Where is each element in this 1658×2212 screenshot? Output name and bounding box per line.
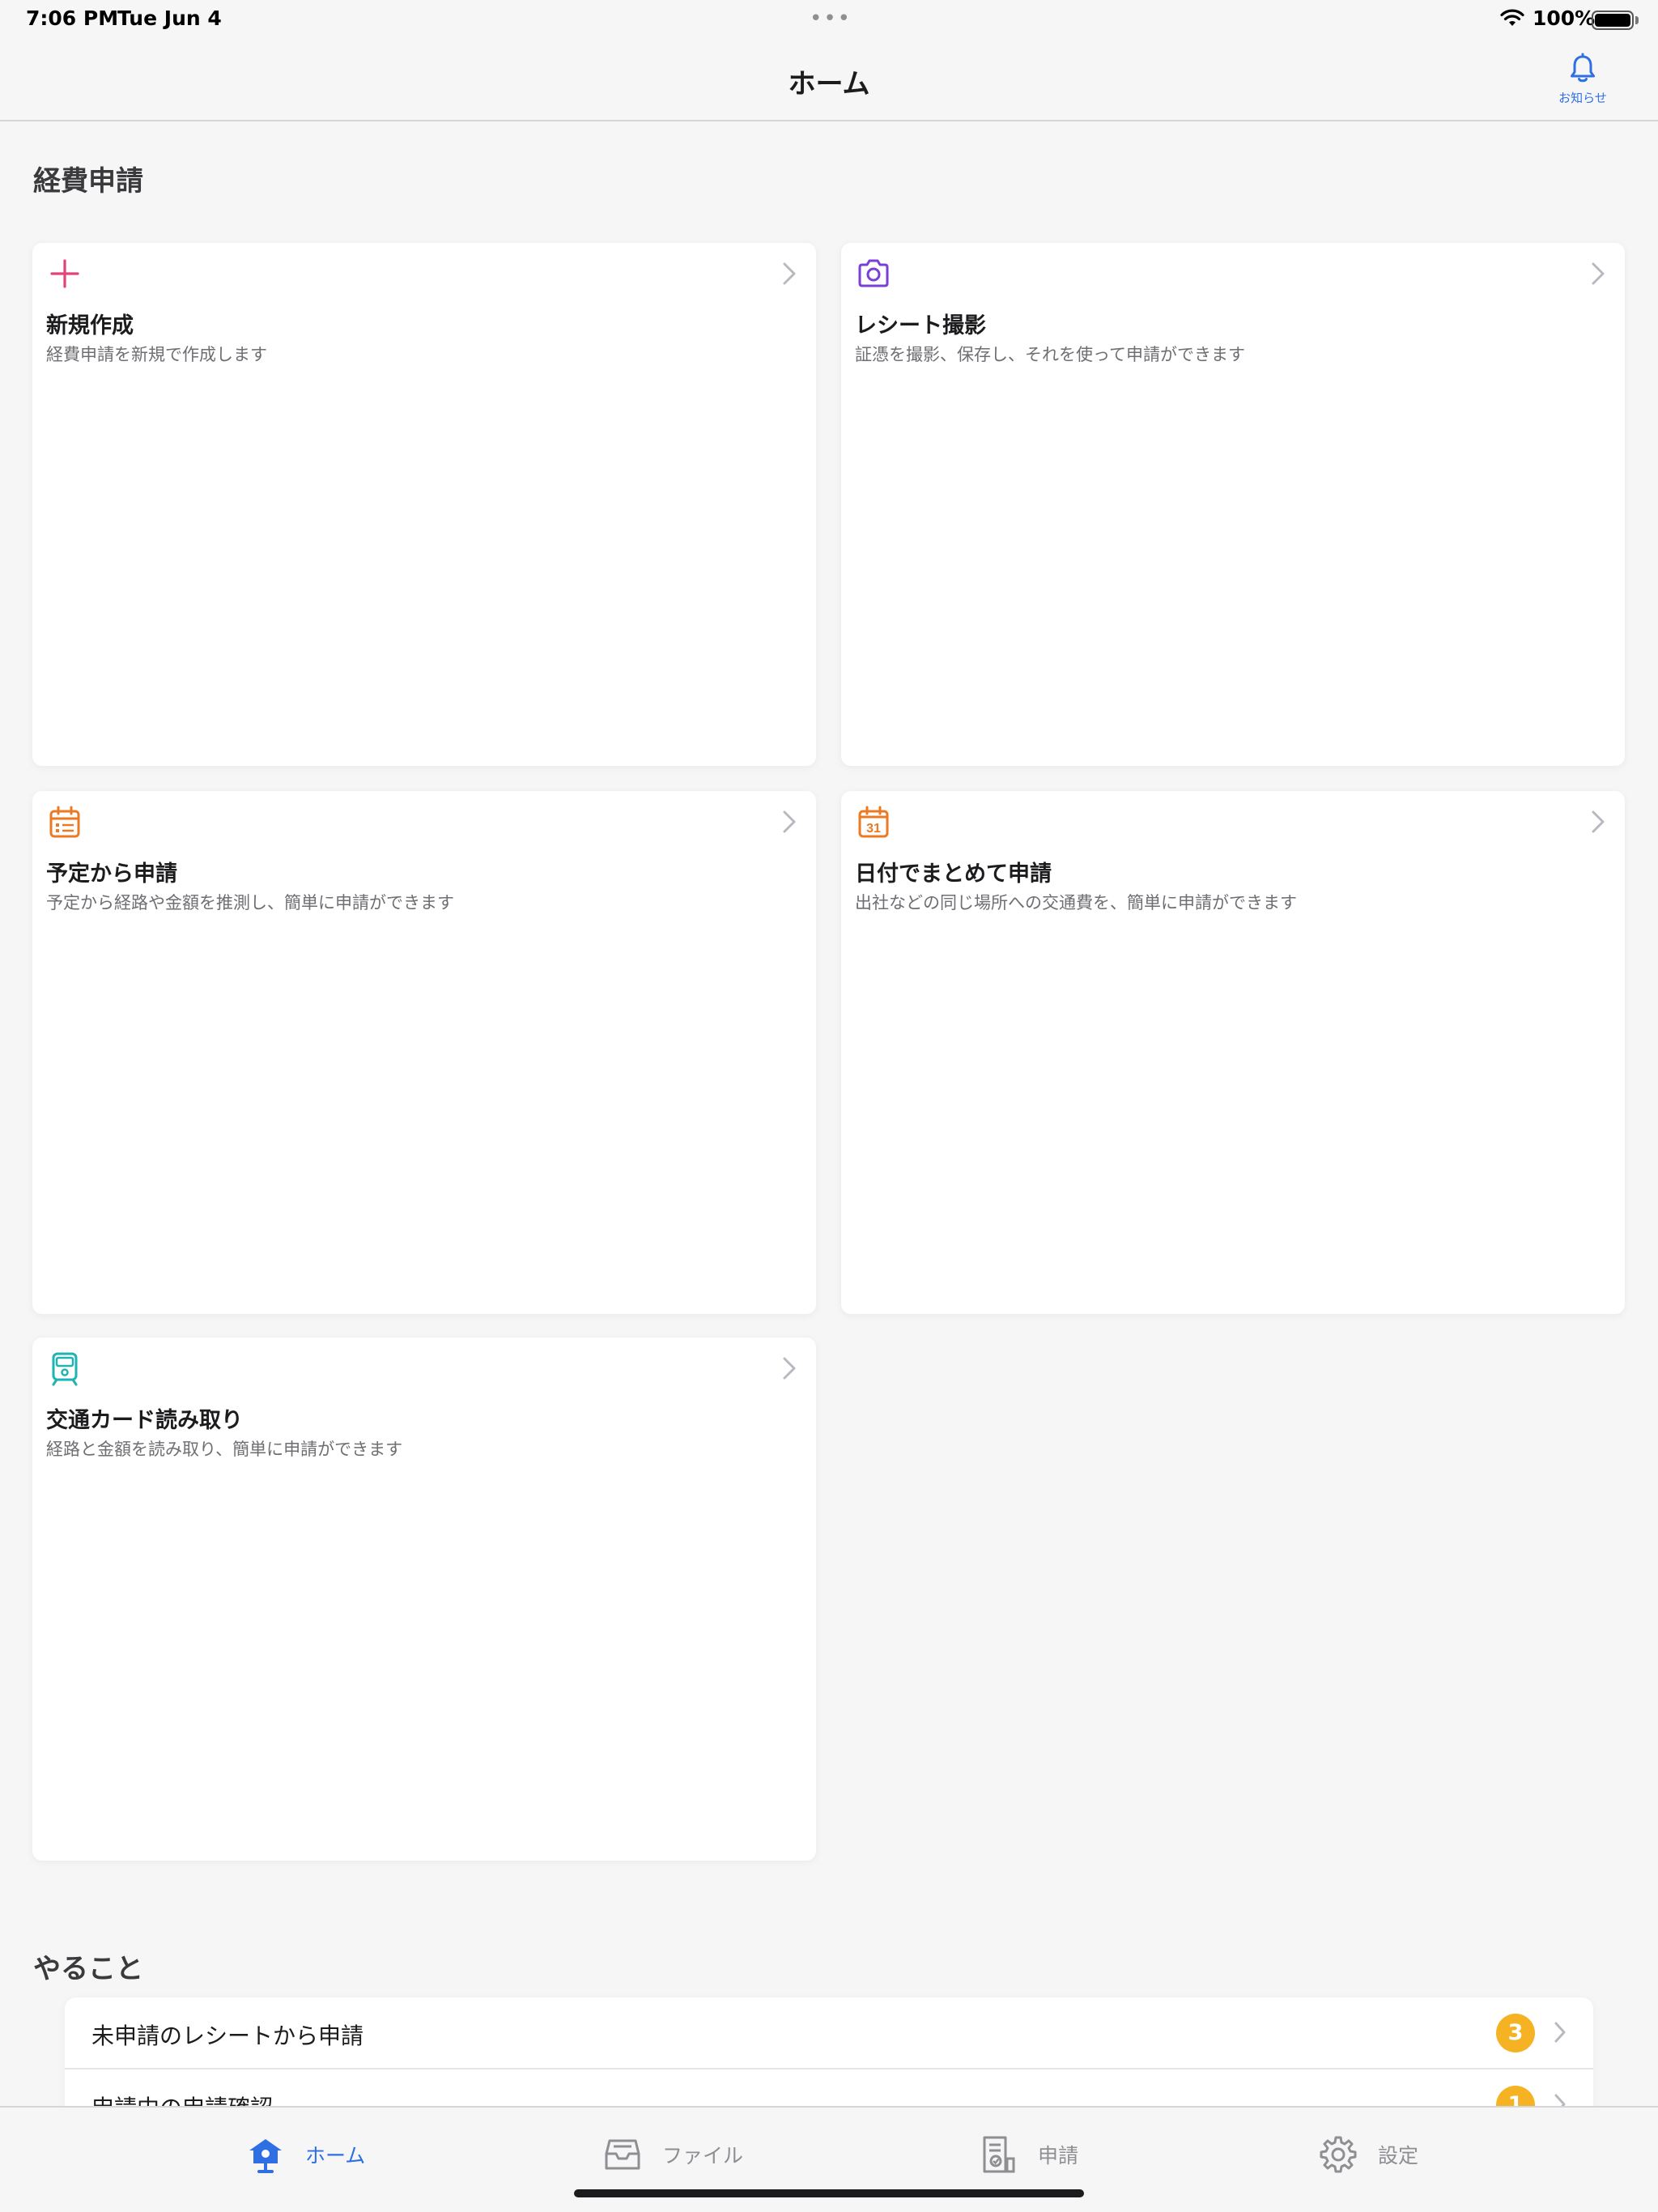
chevron-right-icon — [783, 810, 796, 833]
tab-applications[interactable]: 申請 — [978, 2132, 1078, 2177]
receipt-photo-card[interactable]: レシート撮影 証憑を撮影、保存し、それを使って申請ができます — [841, 243, 1625, 766]
card-title: 予定から申請 — [46, 861, 177, 887]
card-title: レシート撮影 — [855, 313, 986, 338]
tab-files[interactable]: ファイル — [602, 2132, 743, 2177]
chevron-right-icon — [1554, 2022, 1566, 2043]
svg-text:31: 31 — [866, 822, 881, 836]
home-icon — [249, 2139, 282, 2173]
chevron-right-icon — [1592, 810, 1605, 833]
chevron-right-icon — [783, 1357, 796, 1380]
wifi-icon — [1500, 9, 1524, 26]
chevron-right-icon — [783, 262, 796, 285]
plus-icon — [47, 256, 83, 291]
transit-card-read-card[interactable]: 交通カード読み取り 経路と金額を読み取り、簡単に申請ができます — [32, 1338, 816, 1861]
tab-label: ファイル — [662, 2144, 744, 2167]
navigation-bar: ホーム お知らせ — [0, 37, 1658, 121]
tab-label: 設定 — [1378, 2144, 1419, 2167]
status-time: 7:06 PM — [26, 6, 119, 30]
tab-label: 申請 — [1038, 2144, 1079, 2167]
card-description: 経費申請を新規で作成します — [46, 345, 267, 364]
calendar-31-icon: 31 — [856, 804, 891, 840]
camera-icon — [856, 256, 891, 291]
multitasking-dots[interactable]: ••• — [810, 6, 852, 31]
train-icon — [47, 1351, 83, 1386]
expense-section-title: 経費申請 — [33, 165, 143, 198]
date-batch-card[interactable]: 31 日付でまとめて申請 出社などの同じ場所への交通費を、簡単に申請ができます — [841, 791, 1625, 1314]
card-description: 証憑を撮影、保存し、それを使って申請ができます — [855, 345, 1245, 364]
card-title: 日付でまとめて申請 — [855, 861, 1052, 887]
document-check-icon — [983, 2136, 1015, 2173]
card-description: 予定から経路や金額を推測し、簡単に申請ができます — [46, 893, 454, 912]
calendar-icon — [47, 804, 83, 840]
notice-button[interactable]: お知らせ — [1550, 52, 1615, 106]
todo-item-unsubmitted-receipts[interactable]: 未申請のレシートから申請 3 — [65, 1997, 1593, 2068]
count-badge: 3 — [1496, 2014, 1535, 2052]
card-title: 交通カード読み取り — [46, 1408, 243, 1433]
status-date: Tue Jun 4 — [117, 6, 222, 30]
battery-tip — [1635, 16, 1639, 24]
schedule-apply-card[interactable]: 予定から申請 予定から経路や金額を推測し、簡単に申請ができます — [32, 791, 816, 1314]
inbox-icon — [605, 2139, 640, 2170]
battery-percent: 100% — [1533, 6, 1596, 30]
card-description: 経路と金額を読み取り、簡単に申請ができます — [46, 1440, 403, 1459]
home-indicator[interactable] — [574, 2189, 1084, 2197]
bell-icon — [1571, 53, 1595, 83]
tab-home[interactable]: ホーム — [245, 2132, 365, 2177]
new-expense-card[interactable]: 新規作成 経費申請を新規で作成します — [32, 243, 816, 766]
notice-label: お知らせ — [1558, 91, 1607, 105]
chevron-right-icon — [1592, 262, 1605, 285]
todo-section-title: やること — [33, 1953, 143, 1985]
battery-icon — [1592, 11, 1634, 30]
status-bar: 7:06 PM Tue Jun 4 ••• 100% — [0, 0, 1658, 37]
card-title: 新規作成 — [46, 313, 134, 338]
card-description: 出社などの同じ場所への交通費を、簡単に申請ができます — [855, 893, 1297, 912]
tab-settings[interactable]: 設定 — [1318, 2132, 1418, 2177]
tab-label: ホーム — [305, 2144, 366, 2167]
gear-icon — [1320, 2136, 1357, 2173]
page-title: ホーム — [788, 68, 870, 100]
todo-label: 未申請のレシートから申請 — [91, 2023, 364, 2049]
